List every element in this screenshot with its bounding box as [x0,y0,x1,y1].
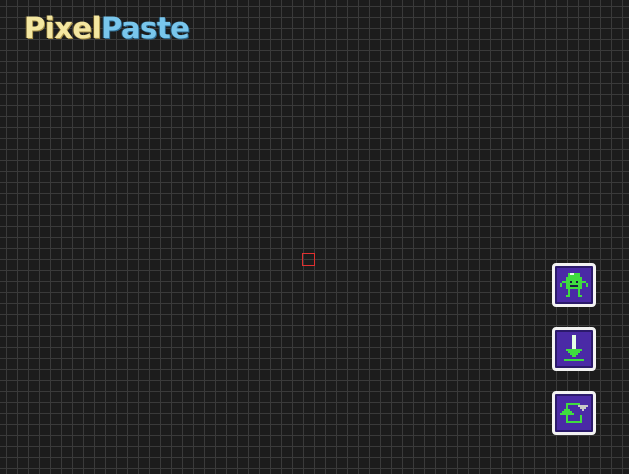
app-logo: PixelPaste [24,11,190,45]
robot-mascot-icon [560,273,588,297]
cursor-cell-highlight [302,253,315,266]
mascot-button[interactable] [552,263,596,307]
download-button[interactable] [552,327,596,371]
pixel-grid-canvas[interactable] [0,0,629,474]
swap-arrows-icon [560,403,588,423]
swap-button[interactable] [552,391,596,435]
logo-text-paste: Paste [101,11,190,45]
download-arrow-icon [564,335,584,361]
logo-text-pixel: Pixel [24,11,102,45]
